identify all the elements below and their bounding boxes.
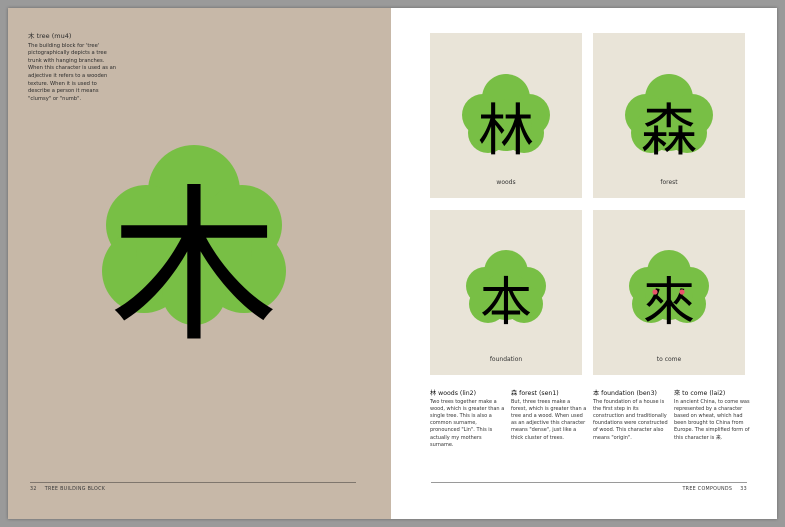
intro-heading-char: 木 [28, 32, 35, 40]
card-label: to come [656, 356, 682, 363]
card-tree-svg: 森 [625, 74, 713, 164]
description-heading: 本 foundation (ben3) [593, 390, 669, 397]
description-heading: 林 woods (lin2) [430, 390, 506, 397]
card-character: 本 [480, 273, 532, 333]
main-tree-illustration: 木 [96, 143, 292, 365]
card-label: foundation [489, 356, 523, 363]
big-tree-svg: 木 [102, 145, 286, 365]
wheat-dot-left [652, 289, 658, 295]
card-to-come: 來 to come [593, 210, 745, 375]
wheat-dot-right [679, 289, 685, 295]
description-title: foundation (ben3) [601, 390, 657, 397]
card-forest: 森 forest [593, 33, 745, 198]
left-page: 木 tree (mu4) The building block for 'tre… [8, 8, 391, 519]
left-page-number: 32 [30, 487, 37, 492]
card-tree-svg: 本 [466, 250, 546, 333]
description-title: forest (sen1) [519, 390, 559, 397]
description-body: Two trees together make a wood, which is… [430, 399, 505, 448]
description-char: 來 [674, 390, 681, 397]
description-char: 林 [430, 390, 437, 397]
intro-body: The building block for 'tree' pictograph… [28, 42, 117, 102]
intro-heading: 木 tree (mu4) [28, 32, 118, 41]
card-label: woods [496, 179, 516, 186]
description-woods: 林 woods (lin2) Two trees together make a… [430, 390, 506, 449]
description-heading: 來 to come (lai2) [674, 390, 750, 397]
book-spread: 木 tree (mu4) The building block for 'tre… [8, 8, 777, 519]
description-to-come: 來 to come (lai2) In ancient China, to co… [674, 390, 750, 442]
description-char: 本 [593, 390, 600, 397]
intro-heading-text: tree (mu4) [36, 32, 72, 40]
description-forest: 森 forest (sen1) But, three trees make a … [511, 390, 587, 442]
description-heading: 森 forest (sen1) [511, 390, 587, 397]
card-character: 來 [643, 273, 695, 333]
description-title: to come (lai2) [682, 390, 726, 397]
left-page-footer: 32 TREE BUILDING BLOCK [30, 482, 356, 492]
intro-text-block: 木 tree (mu4) The building block for 'tre… [28, 32, 118, 103]
card-character: 森 [641, 99, 697, 164]
card-label: forest [660, 179, 678, 186]
description-body: In ancient China, to come was represente… [674, 399, 750, 441]
card-character: 林 [478, 99, 534, 164]
description-body: The foundation of a house is the first s… [593, 399, 668, 441]
left-page-section: TREE BUILDING BLOCK [44, 487, 106, 492]
card-tree-svg: 來 [629, 250, 709, 333]
right-page-number: 33 [740, 487, 747, 492]
description-title: woods (lin2) [438, 390, 477, 397]
card-tree-svg: 林 [462, 74, 550, 164]
right-page: 林 woods 森 forest 本 foundation 來 to come … [391, 8, 777, 519]
description-body: But, three trees make a forest, which is… [511, 399, 587, 441]
description-foundation: 本 foundation (ben3) The foundation of a … [593, 390, 669, 442]
card-woods: 林 woods [430, 33, 582, 198]
right-page-section: TREE COMPOUNDS [682, 487, 733, 492]
big-character: 木 [110, 169, 278, 353]
right-page-footer: TREE COMPOUNDS 33 [431, 482, 747, 492]
card-foundation: 本 foundation [430, 210, 582, 375]
description-char: 森 [511, 390, 518, 397]
